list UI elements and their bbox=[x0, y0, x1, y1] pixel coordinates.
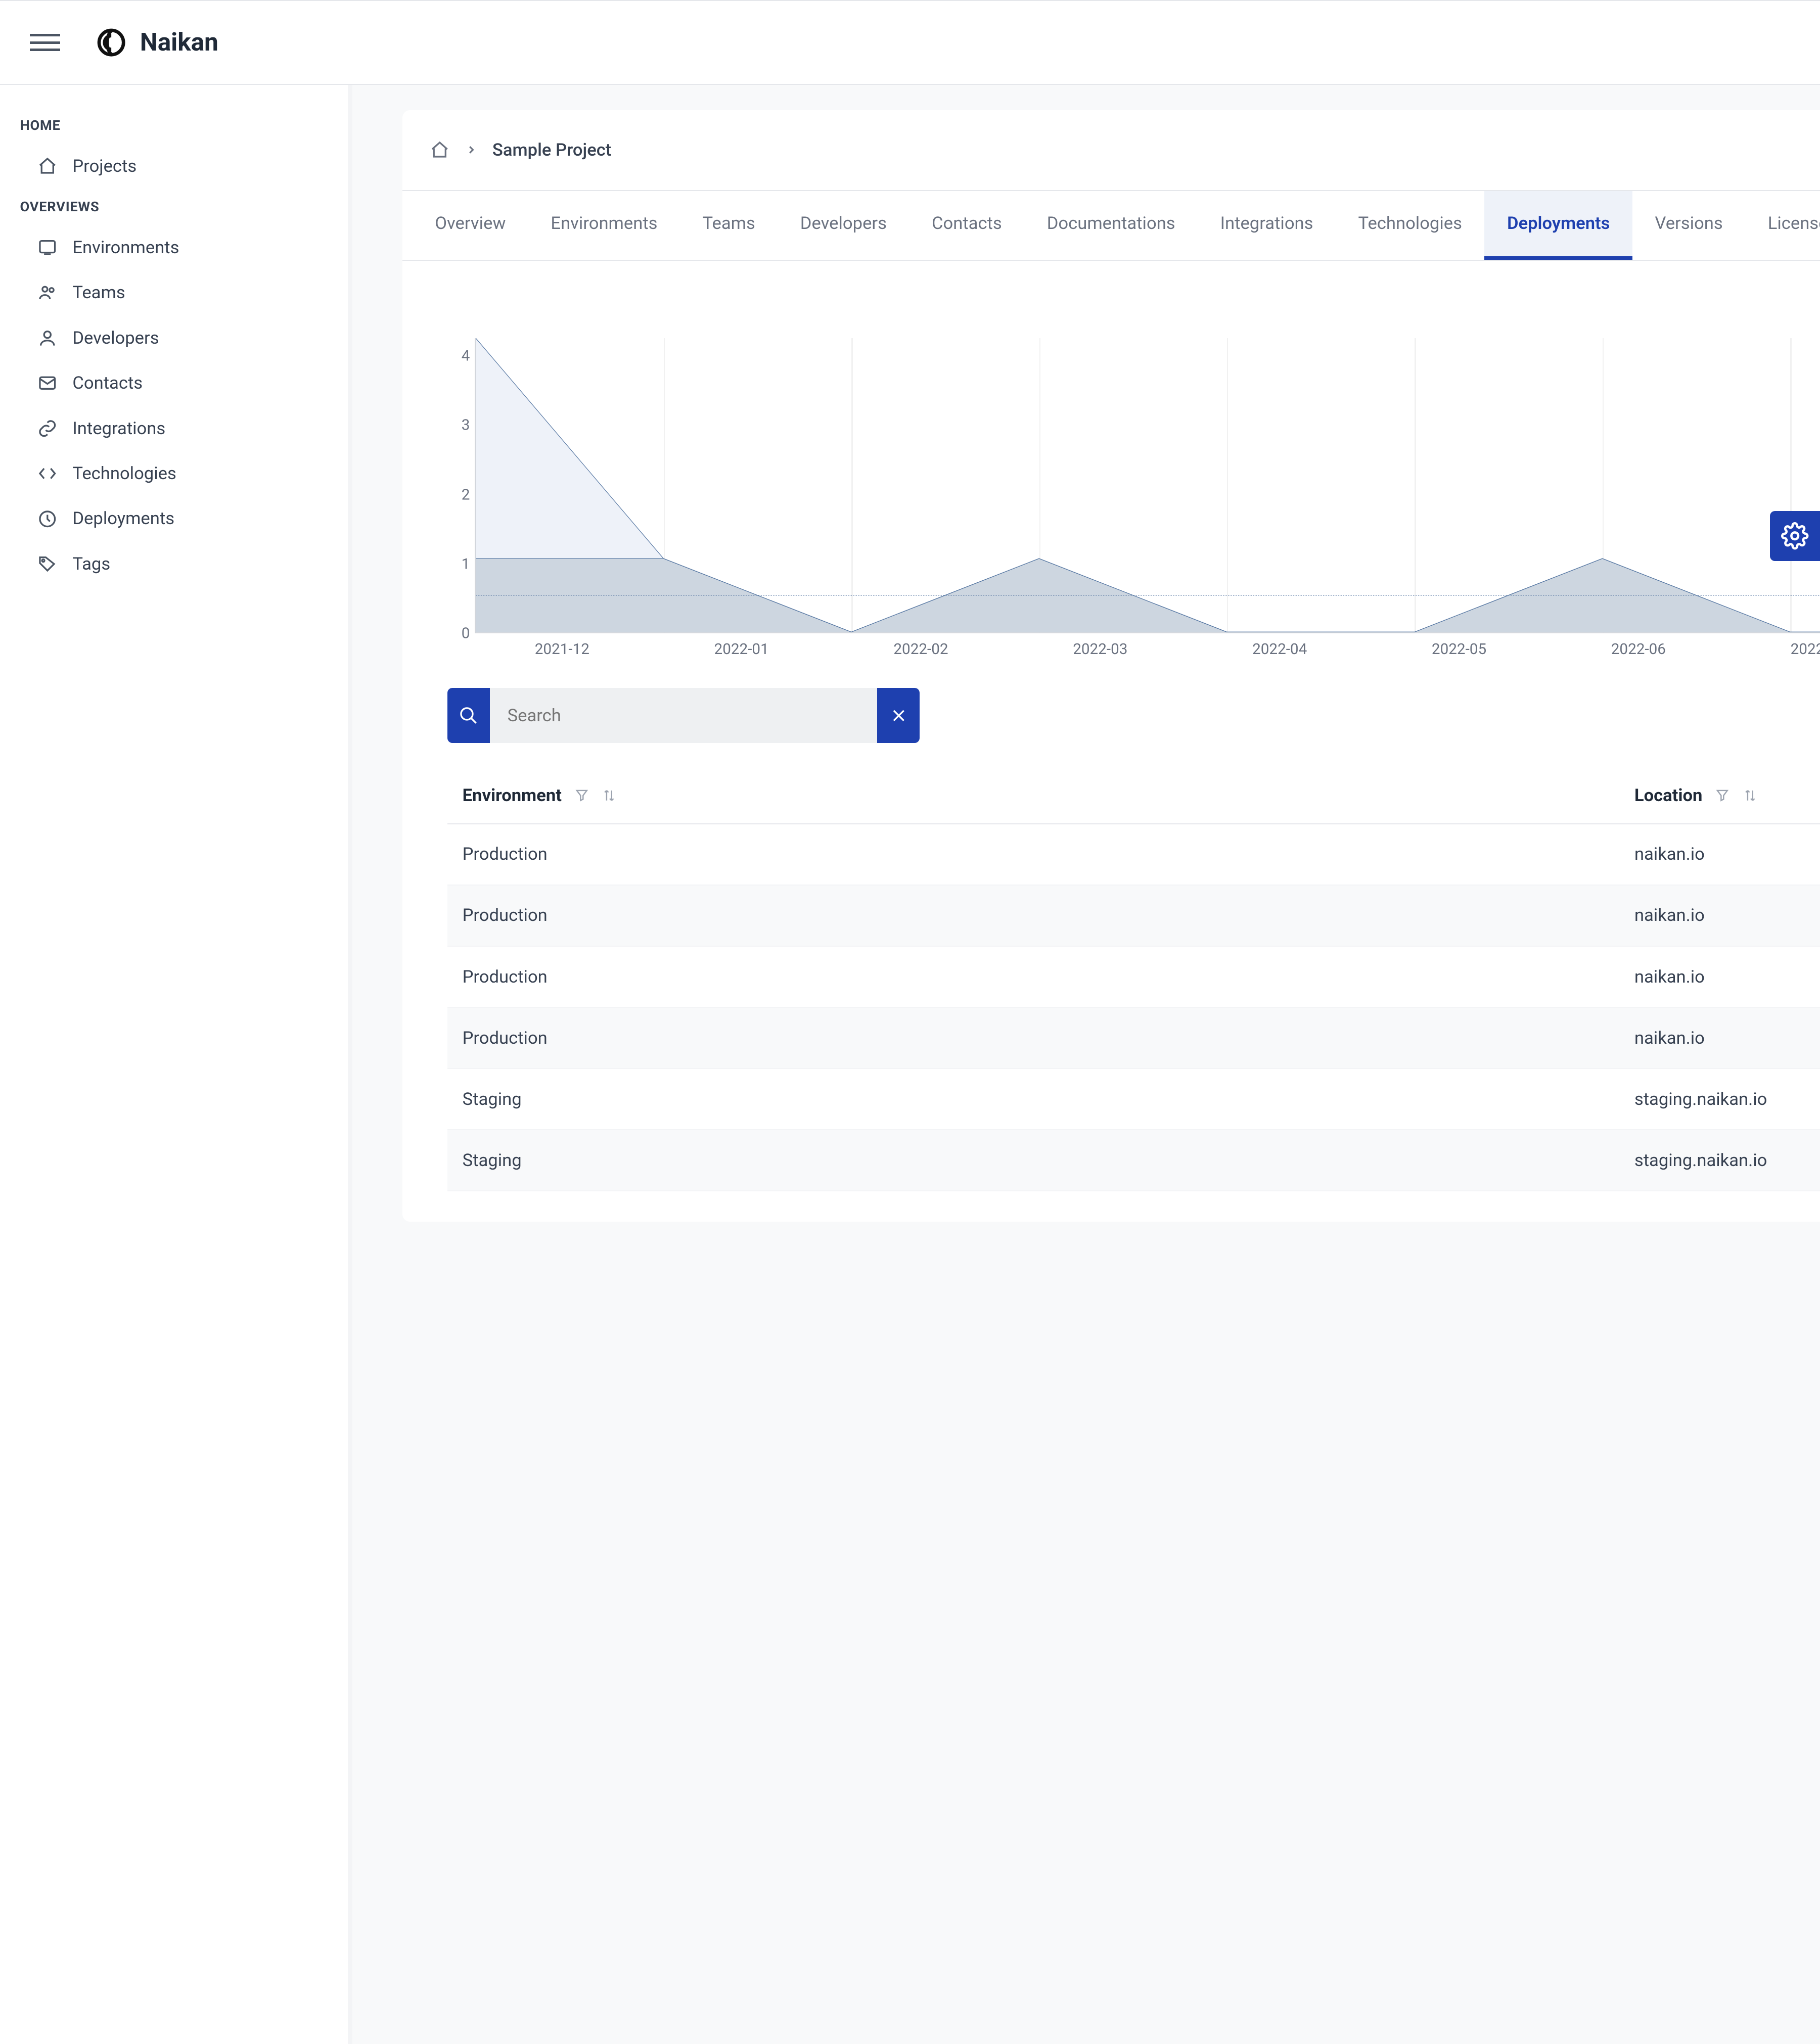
clear-search-button[interactable] bbox=[877, 688, 920, 743]
sort-icon[interactable] bbox=[602, 788, 617, 803]
tab-licenses[interactable]: Licenses bbox=[1745, 191, 1820, 260]
x-tick: 2022-04 bbox=[1190, 640, 1370, 658]
chart-svg bbox=[476, 338, 1820, 632]
tech-icon bbox=[37, 463, 58, 484]
tab-developers[interactable]: Developers bbox=[778, 191, 909, 260]
x-tick: 2022-06 bbox=[1549, 640, 1728, 658]
column-environment[interactable]: Environment bbox=[447, 785, 1634, 806]
teams-icon bbox=[37, 283, 58, 303]
brand-logo-icon bbox=[95, 26, 127, 59]
home-icon[interactable] bbox=[430, 140, 450, 160]
tab-contacts[interactable]: Contacts bbox=[909, 191, 1024, 260]
tab-documentations[interactable]: Documentations bbox=[1024, 191, 1198, 260]
table-row[interactable]: Productionnaikan.ioDec 28, 2021, 9:29:10… bbox=[447, 947, 1820, 1008]
table-row[interactable]: Productionnaikan.ioDec 28, 2021, 9:29:10… bbox=[447, 886, 1820, 947]
tag-icon bbox=[37, 554, 58, 574]
filter-icon[interactable] bbox=[574, 788, 589, 803]
settings-float-button[interactable] bbox=[1770, 511, 1820, 561]
search-icon bbox=[459, 706, 479, 726]
y-tick: 0 bbox=[445, 624, 470, 642]
sidebar-item-label: Contacts bbox=[72, 373, 143, 393]
sidebar-item-deployments[interactable]: Deployments bbox=[0, 496, 348, 541]
cell-environment: Staging bbox=[447, 1150, 1634, 1171]
tab-overview[interactable]: Overview bbox=[413, 191, 528, 260]
deployments-chart: Unique deployment locations Average depl… bbox=[432, 311, 1820, 659]
sidebar-item-label: Integrations bbox=[72, 419, 165, 439]
cell-location: naikan.io bbox=[1634, 1028, 1820, 1048]
link-icon bbox=[37, 419, 58, 439]
x-tick: 2022-02 bbox=[831, 640, 1011, 658]
sidebar-item-developers[interactable]: Developers bbox=[0, 315, 348, 360]
filter-icon[interactable] bbox=[1715, 788, 1730, 803]
table-row[interactable]: Stagingstaging.naikan.ioJan 28, 2022, 9:… bbox=[447, 1069, 1820, 1130]
sidebar-section-label: HOME bbox=[0, 108, 348, 144]
sidebar-item-label: Teams bbox=[72, 283, 125, 303]
cell-location: naikan.io bbox=[1634, 905, 1820, 925]
contact-icon bbox=[37, 373, 58, 393]
x-tick: 2022-03 bbox=[1011, 640, 1190, 658]
breadcrumb-title: Sample Project bbox=[492, 140, 611, 160]
cell-location: naikan.io bbox=[1634, 844, 1820, 864]
tab-technologies[interactable]: Technologies bbox=[1336, 191, 1484, 260]
cell-environment: Production bbox=[447, 905, 1634, 925]
sidebar-item-label: Developers bbox=[72, 328, 159, 348]
sidebar-item-label: Technologies bbox=[72, 463, 176, 484]
sidebar-item-label: Projects bbox=[72, 156, 136, 176]
main-content: Sample Project last updated Dec 28, 2022… bbox=[352, 85, 1820, 2044]
env-icon bbox=[37, 238, 58, 258]
tab-deployments[interactable]: Deployments bbox=[1484, 191, 1632, 260]
search-input[interactable] bbox=[490, 688, 877, 743]
sidebar-item-environments[interactable]: Environments bbox=[0, 225, 348, 270]
close-icon bbox=[889, 706, 909, 726]
sidebar-item-teams[interactable]: Teams bbox=[0, 270, 348, 315]
breadcrumb: Sample Project bbox=[430, 140, 611, 160]
search-button[interactable] bbox=[447, 688, 490, 743]
brand-name: Naikan bbox=[140, 28, 218, 57]
x-tick: 2022-07 bbox=[1728, 640, 1820, 658]
dev-icon bbox=[37, 328, 58, 348]
sidebar-item-contacts[interactable]: Contacts bbox=[0, 360, 348, 405]
sidebar-item-label: Deployments bbox=[72, 508, 174, 529]
cell-location: naikan.io bbox=[1634, 967, 1820, 987]
table-row[interactable]: Productionnaikan.ioDec 28, 2021, 9:29:10… bbox=[447, 1008, 1820, 1069]
y-tick: 3 bbox=[445, 416, 470, 434]
cell-environment: Production bbox=[447, 1028, 1634, 1048]
x-tick: 2022-05 bbox=[1370, 640, 1549, 658]
sidebar-item-label: Tags bbox=[72, 554, 110, 574]
topbar: Naikan bbox=[0, 0, 1820, 85]
deployments-table: Environment Location Timestamp Version P… bbox=[447, 768, 1820, 1192]
column-location[interactable]: Location bbox=[1634, 785, 1820, 806]
sidebar-item-projects[interactable]: Projects bbox=[0, 144, 348, 189]
x-tick: 2021-12 bbox=[472, 640, 652, 658]
brand[interactable]: Naikan bbox=[95, 26, 218, 59]
table-row[interactable]: Stagingstaging.naikan.ioMar 28, 2022, 10… bbox=[447, 1130, 1820, 1191]
tab-integrations[interactable]: Integrations bbox=[1198, 191, 1336, 260]
sidebar-item-integrations[interactable]: Integrations bbox=[0, 406, 348, 451]
sort-icon[interactable] bbox=[1743, 788, 1758, 803]
y-tick: 4 bbox=[445, 347, 470, 365]
cell-environment: Production bbox=[447, 967, 1634, 987]
sidebar-item-tags[interactable]: Tags bbox=[0, 541, 348, 586]
y-tick: 2 bbox=[445, 486, 470, 503]
tab-versions[interactable]: Versions bbox=[1632, 191, 1745, 260]
cell-location: staging.naikan.io bbox=[1634, 1150, 1820, 1171]
tab-environments[interactable]: Environments bbox=[528, 191, 680, 260]
cell-environment: Production bbox=[447, 844, 1634, 864]
sidebar-section-label: OVERVIEWS bbox=[0, 189, 348, 225]
cell-environment: Staging bbox=[447, 1089, 1634, 1109]
y-tick: 1 bbox=[445, 555, 470, 573]
table-row[interactable]: Productionnaikan.ioDec 28, 2021, 9:29:10… bbox=[447, 824, 1820, 886]
sidebar: HOME Projects OVERVIEWS Environments Teams De… bbox=[0, 85, 352, 2044]
deploy-icon bbox=[37, 509, 58, 529]
sidebar-item-label: Environments bbox=[72, 238, 179, 258]
chevron-right-icon bbox=[465, 144, 478, 156]
tab-teams[interactable]: Teams bbox=[680, 191, 778, 260]
tabs: OverviewEnvironmentsTeamsDevelopersConta… bbox=[402, 191, 1820, 261]
gear-icon bbox=[1781, 522, 1808, 549]
sidebar-item-technologies[interactable]: Technologies bbox=[0, 451, 348, 496]
x-tick: 2022-01 bbox=[652, 640, 831, 658]
menu-toggle-button[interactable] bbox=[30, 27, 60, 57]
cell-location: staging.naikan.io bbox=[1634, 1089, 1820, 1109]
home-icon bbox=[37, 156, 58, 176]
